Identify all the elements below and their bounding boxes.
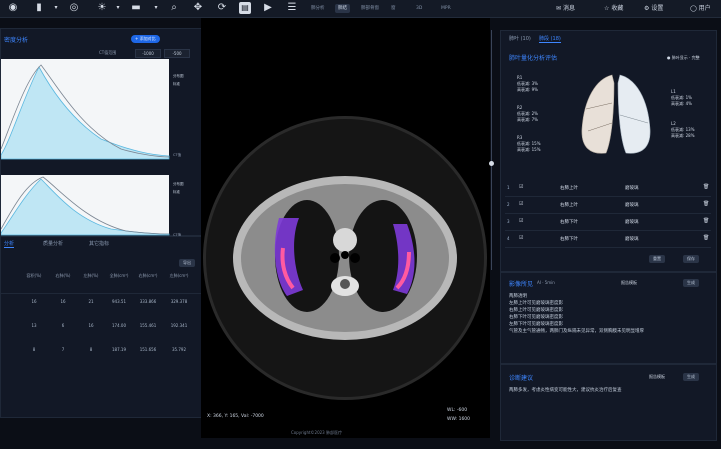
user-button[interactable]: ◯ 用户 [690,3,711,12]
target-icon[interactable]: ◉ [7,2,19,14]
findings-sub: AI · 5min [537,280,555,285]
table-header: 右肺(cm³) [138,273,158,278]
panel-title: 密度分析 [4,37,29,44]
rotate-icon[interactable]: ⟳ [216,2,228,14]
table-header: 容积(%) [26,273,42,278]
impression-generate-button[interactable]: 生成 [683,373,699,381]
table-header: 全肺(cm³) [109,273,129,278]
zoom-icon[interactable]: ⌕ [168,2,180,14]
window-width-readout: WW: 1600 [447,417,471,422]
gear-icon: ⚙ [644,5,650,12]
window-level-readout: WL: -600 [447,408,468,413]
layout-icon[interactable]: ▮ [33,2,45,14]
impression-text[interactable]: 两肺多发，考虑炎性病变可能性大，建议抗炎治疗后复查 [509,387,709,394]
table-header: 左肺(%) [83,273,99,278]
list-item[interactable]: 4 ☑ 右肺下叶 磨玻璃 🗑 [505,232,711,248]
copyright: Copyright©2023 肺部医疗 [291,430,342,435]
tab-analysis-sub[interactable]: 分析 [4,240,15,248]
impression-title: 诊断建议 [509,375,534,382]
reset-button[interactable]: 重置 [649,255,665,263]
findings-template-select[interactable]: 报告模板 [621,280,637,286]
star-icon: ☆ [604,5,610,12]
slice-scrollbar-thumb[interactable] [489,161,494,166]
list-item[interactable]: 3 ☑ 右肺下叶 磨玻璃 🗑 [505,215,711,231]
checkbox-icon: ☑ [519,184,524,190]
findings-panel: 影像所见 AI · 5min 报告模板 生成 两肺透明 左肺上叶可见磨玻璃密度影… [500,272,717,364]
tab-quality[interactable]: 质量分析 [43,240,63,247]
messages-button[interactable]: ✉ 消息 [556,3,575,12]
brightness-icon[interactable]: ☀ [96,2,108,14]
list-item[interactable]: 2 ☑ 右肺上叶 磨玻璃 🗑 [505,198,711,214]
tab-other-metrics[interactable]: 其它指标 [89,240,109,247]
slice-scrollbar-track[interactable] [491,30,492,270]
lobe-label-r1: R1 低衰减: 3% 高衰减: 9% [517,75,538,92]
tab-lobe[interactable]: 肺叶 (10) [509,35,531,42]
legend-top-2: 标准 [173,82,180,86]
cursor-readout: X: 366, Y: 165, Val: -7000 [207,414,264,419]
add-compare-button[interactable]: + 添加对比 [131,35,160,43]
trash-icon: 🗑 [703,218,710,224]
ct-viewer[interactable]: X: 366, Y: 165, Val: -7000 WL: -600 WW: … [201,18,490,438]
findings-generate-button[interactable]: 生成 [683,279,699,287]
lesion-list: 1 ☑ 右肺上叶 磨玻璃 🗑 2 ☑ 右肺上叶 磨玻璃 🗑 3 ☑ 右肺下叶 磨… [501,181,716,256]
lobe-analysis-panel: 肺叶 (10) 肺段 (18) 肺叶量化分析评估 ● 肺叶显示 · 完整 R1 低… [500,30,717,272]
report-icon[interactable]: ▤ [239,2,251,14]
pan-icon[interactable]: ✥ [192,2,204,14]
density-chart-bottom [1,175,170,236]
trash-icon: 🗑 [703,201,710,207]
lung-3d-model [581,74,651,154]
lobe-panel-title: 肺叶量化分析评估 [509,55,558,62]
lobe-label-r2: R2 低衰减: 2% 高衰减: 7% [517,105,538,122]
mail-icon: ✉ [556,5,562,12]
lobe-display-badge[interactable]: ● 肺叶显示 · 完整 [667,55,700,61]
lobe-label-l2: L2 低衰减: 13% 高衰减: 28% [671,121,695,138]
chevron-down-icon[interactable]: ▾ [50,2,62,14]
table-header: 右肺(%) [55,273,71,278]
ct-range-min-field[interactable]: -1000 [135,49,161,58]
legend-bottom-1: 分布图 [173,182,184,186]
tab-3d[interactable]: 3D [413,4,425,13]
tab-analysis[interactable]: 肺分析 [308,4,328,13]
trash-icon: 🗑 [703,235,710,241]
findings-text[interactable]: 两肺透明 左肺上叶可见磨玻璃密度影 右肺上叶可见磨玻璃密度影 右肺下叶可见磨玻璃… [509,293,709,335]
tab-mpr[interactable]: MPR [438,4,454,13]
legend-top-1: 分布图 [173,74,184,78]
impression-template-select[interactable]: 报告模板 [649,374,665,380]
density-analysis-panel: 密度分析 + 添加对比 CT值范围 -1000 -500 分布图 标准 CT值 … [0,28,202,237]
lobe-label-l1: L1 低衰减: 1% 高衰减: 4% [671,89,692,106]
play-icon[interactable]: ▶ [262,2,274,14]
eye-icon[interactable]: ◎ [68,2,80,14]
top-toolbar: ◉ ▮ ▾ ◎ ☀ ▾ ▬ ▾ ⌕ ✥ ⟳ ▤ ▶ ☰ 肺分析 肺结 肺部骨窗 … [0,0,721,18]
findings-title: 影像所见 [509,281,534,288]
checkbox-icon: ☑ [519,235,524,241]
trash-icon: 🗑 [703,184,710,190]
settings-button[interactable]: ⚙ 设置 [644,3,663,12]
window-level-icon[interactable]: ▬ [130,2,142,14]
tab-nodule[interactable]: 肺结 [335,4,350,13]
tab-segment[interactable]: 肺段 (18) [539,35,561,43]
user-icon: ◯ [690,5,697,12]
table-header: 左肺(cm³) [169,273,189,278]
chevron-down-icon[interactable]: ▾ [150,2,162,14]
legend-bottom-2: 标准 [173,190,180,194]
save-button[interactable]: 保存 [683,255,699,263]
list-item[interactable]: 1 ☑ 右肺上叶 磨玻璃 🗑 [505,181,711,197]
chevron-down-icon[interactable]: ▾ [112,2,124,14]
impression-panel: 诊断建议 报告模板 生成 两肺多发，考虑炎性病变可能性大，建议抗炎治疗后复查 [500,364,717,441]
ct-range-label: CT值范围 [99,50,117,55]
stats-table-panel: 分析 质量分析 其它指标 导出 容积(%) 右肺(%) 左肺(%) 全肺(cm³… [0,236,202,418]
ct-range-max-field[interactable]: -500 [164,49,190,58]
checkbox-icon: ☑ [519,201,524,207]
settings-list-icon[interactable]: ☰ [286,2,298,14]
tab-bone-window[interactable]: 肺部骨窗 [358,4,382,13]
tab-window[interactable]: 窗 [388,4,399,13]
checkbox-icon: ☑ [519,218,524,224]
favorites-button[interactable]: ☆ 收藏 [604,3,623,12]
ct-image [203,116,487,400]
export-button[interactable]: 导出 [179,259,195,267]
lobe-label-r3: R3 低衰减: 15% 高衰减: 15% [517,135,541,152]
